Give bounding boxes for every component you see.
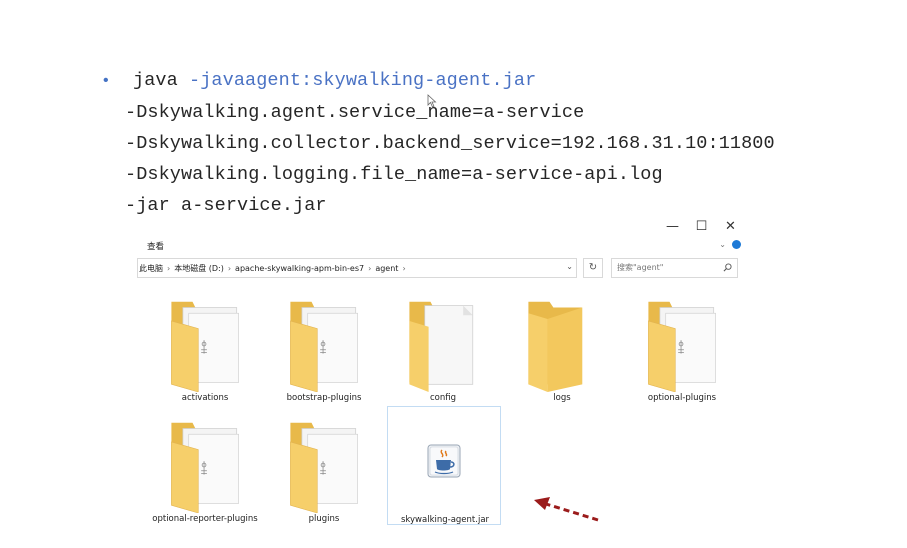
folder-bootstrap-plugins[interactable]: bootstrap-plugins bbox=[269, 296, 379, 403]
breadcrumb-skywalking-dir[interactable]: apache-skywalking-apm-bin-es7 bbox=[235, 264, 364, 273]
window-controls: — ☐ ✕ bbox=[658, 219, 745, 234]
folder-optional-reporter-plugins[interactable]: optional-reporter-plugins bbox=[150, 417, 260, 524]
address-dropdown-icon[interactable]: ⌄ bbox=[566, 262, 573, 271]
folder-logs[interactable]: logs bbox=[507, 296, 617, 403]
folder-with-files-icon bbox=[289, 422, 359, 513]
breadcrumb-agent[interactable]: agent bbox=[375, 264, 398, 273]
minimize-button[interactable]: — bbox=[658, 219, 687, 234]
breadcrumb-this-pc[interactable]: 此电脑 bbox=[139, 263, 163, 274]
folder-label: config bbox=[429, 393, 456, 403]
mouse-cursor-icon bbox=[427, 94, 437, 108]
file-label: skywalking-agent.jar bbox=[400, 515, 490, 525]
javaagent-option: -javaagent:skywalking-agent.jar bbox=[189, 70, 537, 91]
address-bar[interactable]: 此电脑 › 本地磁盘 (D:) › apache-skywalking-apm-… bbox=[137, 258, 577, 278]
breadcrumb-separator: › bbox=[167, 263, 171, 273]
folder-with-document-icon bbox=[408, 301, 474, 392]
bullet-point: • bbox=[103, 72, 109, 89]
command-line-3: -Dskywalking.collector.backend_service=1… bbox=[125, 133, 775, 154]
ribbon-tab-view[interactable]: 查看 bbox=[147, 240, 164, 252]
red-dashed-arrow-icon bbox=[534, 497, 599, 522]
ribbon-expand-icon[interactable]: ⌄ bbox=[719, 240, 726, 249]
refresh-icon[interactable]: ↻ bbox=[583, 258, 603, 278]
folder-label: activations bbox=[181, 393, 229, 403]
breadcrumb-separator: › bbox=[227, 263, 232, 273]
java-jar-icon bbox=[427, 444, 461, 478]
folder-with-files-icon bbox=[647, 301, 717, 392]
command-line-5: -jar a-service.jar bbox=[125, 195, 327, 216]
folder-with-files-icon bbox=[170, 422, 240, 513]
folder-label: plugins bbox=[308, 514, 340, 524]
folder-label: optional-plugins bbox=[647, 393, 717, 403]
folder-label: optional-reporter-plugins bbox=[152, 514, 258, 524]
search-placeholder: 搜索"agent" bbox=[617, 263, 664, 272]
search-input[interactable]: 搜索"agent" bbox=[611, 258, 738, 278]
search-icon bbox=[723, 263, 732, 272]
close-button[interactable]: ✕ bbox=[716, 219, 745, 234]
folder-with-files-icon bbox=[170, 301, 240, 392]
empty-folder-icon bbox=[528, 301, 583, 392]
folder-label: logs bbox=[553, 393, 571, 403]
command-line-2: -Dskywalking.agent.service_name=a-servic… bbox=[125, 102, 585, 123]
breadcrumb-local-disk[interactable]: 本地磁盘 (D:) bbox=[174, 263, 224, 274]
maximize-button[interactable]: ☐ bbox=[687, 219, 716, 234]
folder-with-files-icon bbox=[289, 301, 359, 392]
command-java: java bbox=[133, 70, 190, 91]
folder-activations[interactable]: activations bbox=[150, 296, 260, 403]
command-line-1: java -javaagent:skywalking-agent.jar bbox=[133, 70, 536, 91]
folder-plugins[interactable]: plugins bbox=[269, 417, 379, 524]
file-skywalking-agent-jar[interactable]: skywalking-agent.jar bbox=[387, 406, 501, 525]
breadcrumb-separator: › bbox=[402, 263, 406, 273]
breadcrumb-separator: › bbox=[368, 263, 372, 273]
folder-optional-plugins[interactable]: optional-plugins bbox=[627, 296, 737, 403]
folder-label: bootstrap-plugins bbox=[286, 393, 362, 403]
ribbon-right-controls: ⌄ bbox=[719, 240, 741, 249]
folder-config[interactable]: config bbox=[388, 296, 498, 403]
command-line-4: -Dskywalking.logging.file_name=a-service… bbox=[125, 164, 663, 185]
help-icon[interactable] bbox=[732, 240, 741, 249]
